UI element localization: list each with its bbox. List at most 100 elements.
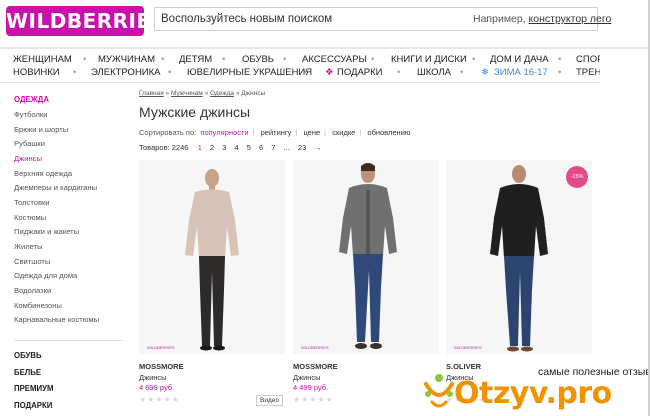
wildberries-watermark: WILDBERRIES — [147, 345, 175, 350]
page-7[interactable]: 7 — [268, 143, 278, 152]
nav-dot: • — [397, 67, 401, 78]
product-1-type[interactable]: Джинсы — [139, 373, 167, 382]
wildberries-watermark: WILDBERRIES — [301, 345, 329, 350]
sort-popularity[interactable]: популярности — [200, 128, 248, 137]
sidebar-divider — [14, 340, 124, 341]
page-5[interactable]: 5 — [244, 143, 254, 152]
product-photo — [490, 165, 548, 352]
nav-dot: • — [460, 67, 464, 78]
page-1[interactable]: 1 — [195, 143, 205, 152]
nav-dot: • — [73, 67, 77, 78]
nav-electronics[interactable]: ЭЛЕКТРОНИКА — [91, 67, 161, 78]
nav-women[interactable]: ЖЕНЩИНАМ — [13, 54, 72, 65]
otzyv-watermark: самые полезные отзывы Otzyv.pro — [416, 362, 650, 416]
page-4[interactable]: 4 — [231, 143, 241, 152]
nav-dot: • — [283, 54, 287, 65]
nav-dot: • — [83, 54, 87, 65]
nav-dot: • — [304, 67, 308, 78]
nav-trend[interactable]: ТРЕН — [576, 67, 600, 78]
nav-books[interactable]: КНИГИ И ДИСКИ — [391, 54, 467, 65]
page-title: Мужские джинсы — [139, 104, 251, 120]
sidebar-item-homewear[interactable]: Одежда для дома — [14, 271, 77, 280]
nav-home[interactable]: ДОМ И ДАЧА — [490, 54, 549, 65]
sidebar-item-shirts[interactable]: Рубашки — [14, 139, 45, 148]
nav-dot: • — [168, 67, 172, 78]
nav-dot: • — [558, 54, 562, 65]
page-3[interactable]: 3 — [219, 143, 229, 152]
wildberries-logo[interactable]: WILDBERRIES — [6, 6, 165, 36]
product-card-3[interactable]: -15% WILDBERRIES — [446, 160, 592, 354]
nav-dot: • — [371, 54, 375, 65]
nav-sport[interactable]: СПОР — [576, 54, 600, 65]
nav-gifts[interactable]: ПОДАРКИ — [337, 67, 382, 78]
product-1-rating-stars: ★★★★★ — [139, 395, 180, 404]
nav-school[interactable]: ШКОЛА — [417, 67, 451, 78]
sidebar-item-overalls[interactable]: Комбинезоны — [14, 301, 62, 310]
breadcrumb-clothing[interactable]: Одежда — [210, 90, 234, 97]
nav-jewelry[interactable]: ЮВЕЛИРНЫЕ УКРАШЕНИЯ — [187, 67, 312, 78]
category-nav: ЖЕНЩИНАМ • МУЖЧИНАМ • ДЕТЯМ • ОБУВЬ • АК… — [0, 52, 600, 82]
sidebar-item-hoodies[interactable]: Толстовки — [14, 198, 50, 207]
sidebar-section-underwear[interactable]: БЕЛЬЕ — [14, 368, 41, 377]
sidebar-section-premium[interactable]: ПРЕМИУМ — [14, 384, 53, 393]
product-2-type[interactable]: Джинсы — [293, 373, 321, 382]
sidebar-section-shoes[interactable]: ОБУВЬ — [14, 351, 42, 360]
search-bar: Например, конструктор лего — [154, 7, 611, 31]
snowflake-icon: ❄ — [481, 67, 489, 78]
sidebar-item-outerwear[interactable]: Верхняя одежда — [14, 169, 72, 178]
page-ellipsis: ... — [283, 143, 290, 152]
nav-shoes[interactable]: ОБУВЬ — [242, 54, 274, 65]
product-2-price: 4 499 руб. — [293, 383, 329, 392]
header-divider — [0, 47, 650, 49]
gift-icon: ❖ — [325, 67, 334, 78]
nav-accessories[interactable]: АКСЕССУАРЫ — [302, 54, 367, 65]
sort-update[interactable]: обновлению — [367, 128, 410, 137]
sidebar-item-jackets[interactable]: Пиджаки и жакеты — [14, 227, 79, 236]
sidebar-heading-clothing[interactable]: ОДЕЖДА — [14, 95, 49, 104]
nav-dot: • — [222, 54, 226, 65]
sidebar-item-costumes[interactable]: Карнавальные костюмы — [14, 315, 99, 324]
pagination: Товаров: 2246 1 2 3 4 5 6 7 ... 23 → — [139, 143, 325, 152]
product-1-price: 4 699 руб. — [139, 383, 175, 392]
sidebar-item-trousers[interactable]: Брюки и шорты — [14, 125, 68, 134]
product-1-brand[interactable]: MOSSMORE — [139, 362, 184, 371]
sort-label: Сортировать по: — [139, 128, 197, 137]
sort-bar: Сортировать по: популярности | рейтингу | … — [139, 128, 411, 137]
sidebar-item-jeans[interactable]: Джинсы — [14, 154, 42, 163]
product-photo — [339, 163, 397, 349]
sidebar-item-suits[interactable]: Костюмы — [14, 213, 46, 222]
sort-rating[interactable]: рейтингу — [261, 128, 292, 137]
breadcrumb-current: Джинсы — [241, 90, 266, 97]
otzyv-logo-icon — [424, 374, 454, 408]
product-2-brand[interactable]: MOSSMORE — [293, 362, 338, 371]
breadcrumb-home[interactable]: Главная — [139, 90, 164, 97]
page-23[interactable]: 23 — [295, 143, 309, 152]
search-hint-link[interactable]: конструктор лего — [529, 13, 612, 25]
nav-dot: • — [558, 67, 562, 78]
item-count: Товаров: 2246 — [139, 143, 189, 152]
sidebar-item-turtlenecks[interactable]: Водолазки — [14, 286, 51, 295]
sort-price[interactable]: цене — [303, 128, 320, 137]
sidebar-item-jumpers[interactable]: Джемперы и кардиганы — [14, 183, 97, 192]
nav-winter[interactable]: ЗИМА 16-17 — [494, 67, 548, 78]
product-card-1[interactable]: WILDBERRIES — [139, 160, 285, 354]
breadcrumb: Главная » Мужчинам » Одежда » Джинсы — [139, 90, 266, 97]
nav-kids[interactable]: ДЕТЯМ — [179, 54, 212, 65]
sidebar-item-vests[interactable]: Жилеты — [14, 242, 43, 251]
next-page-arrow-icon[interactable]: → — [311, 143, 325, 152]
nav-men[interactable]: МУЖЧИНАМ — [98, 54, 155, 65]
page-6[interactable]: 6 — [256, 143, 266, 152]
sidebar-section-gifts[interactable]: ПОДАРКИ — [14, 401, 52, 410]
sidebar-item-sweatshirts[interactable]: Свитшоты — [14, 257, 50, 266]
product-1-video-button[interactable]: Видео — [256, 395, 283, 406]
product-card-2[interactable]: WILDBERRIES — [293, 160, 439, 354]
product-2-rating-stars: ★★★★★ — [293, 395, 334, 404]
search-input[interactable] — [161, 8, 451, 30]
otzyv-logo-text: Otzyv.pro — [454, 376, 612, 411]
nav-new[interactable]: НОВИНКИ — [13, 67, 60, 78]
sidebar-item-tshirts[interactable]: Футболки — [14, 110, 47, 119]
breadcrumb-men[interactable]: Мужчинам — [171, 90, 203, 97]
sort-discount[interactable]: скидке — [332, 128, 355, 137]
product-photo — [185, 169, 239, 351]
page-2[interactable]: 2 — [207, 143, 217, 152]
